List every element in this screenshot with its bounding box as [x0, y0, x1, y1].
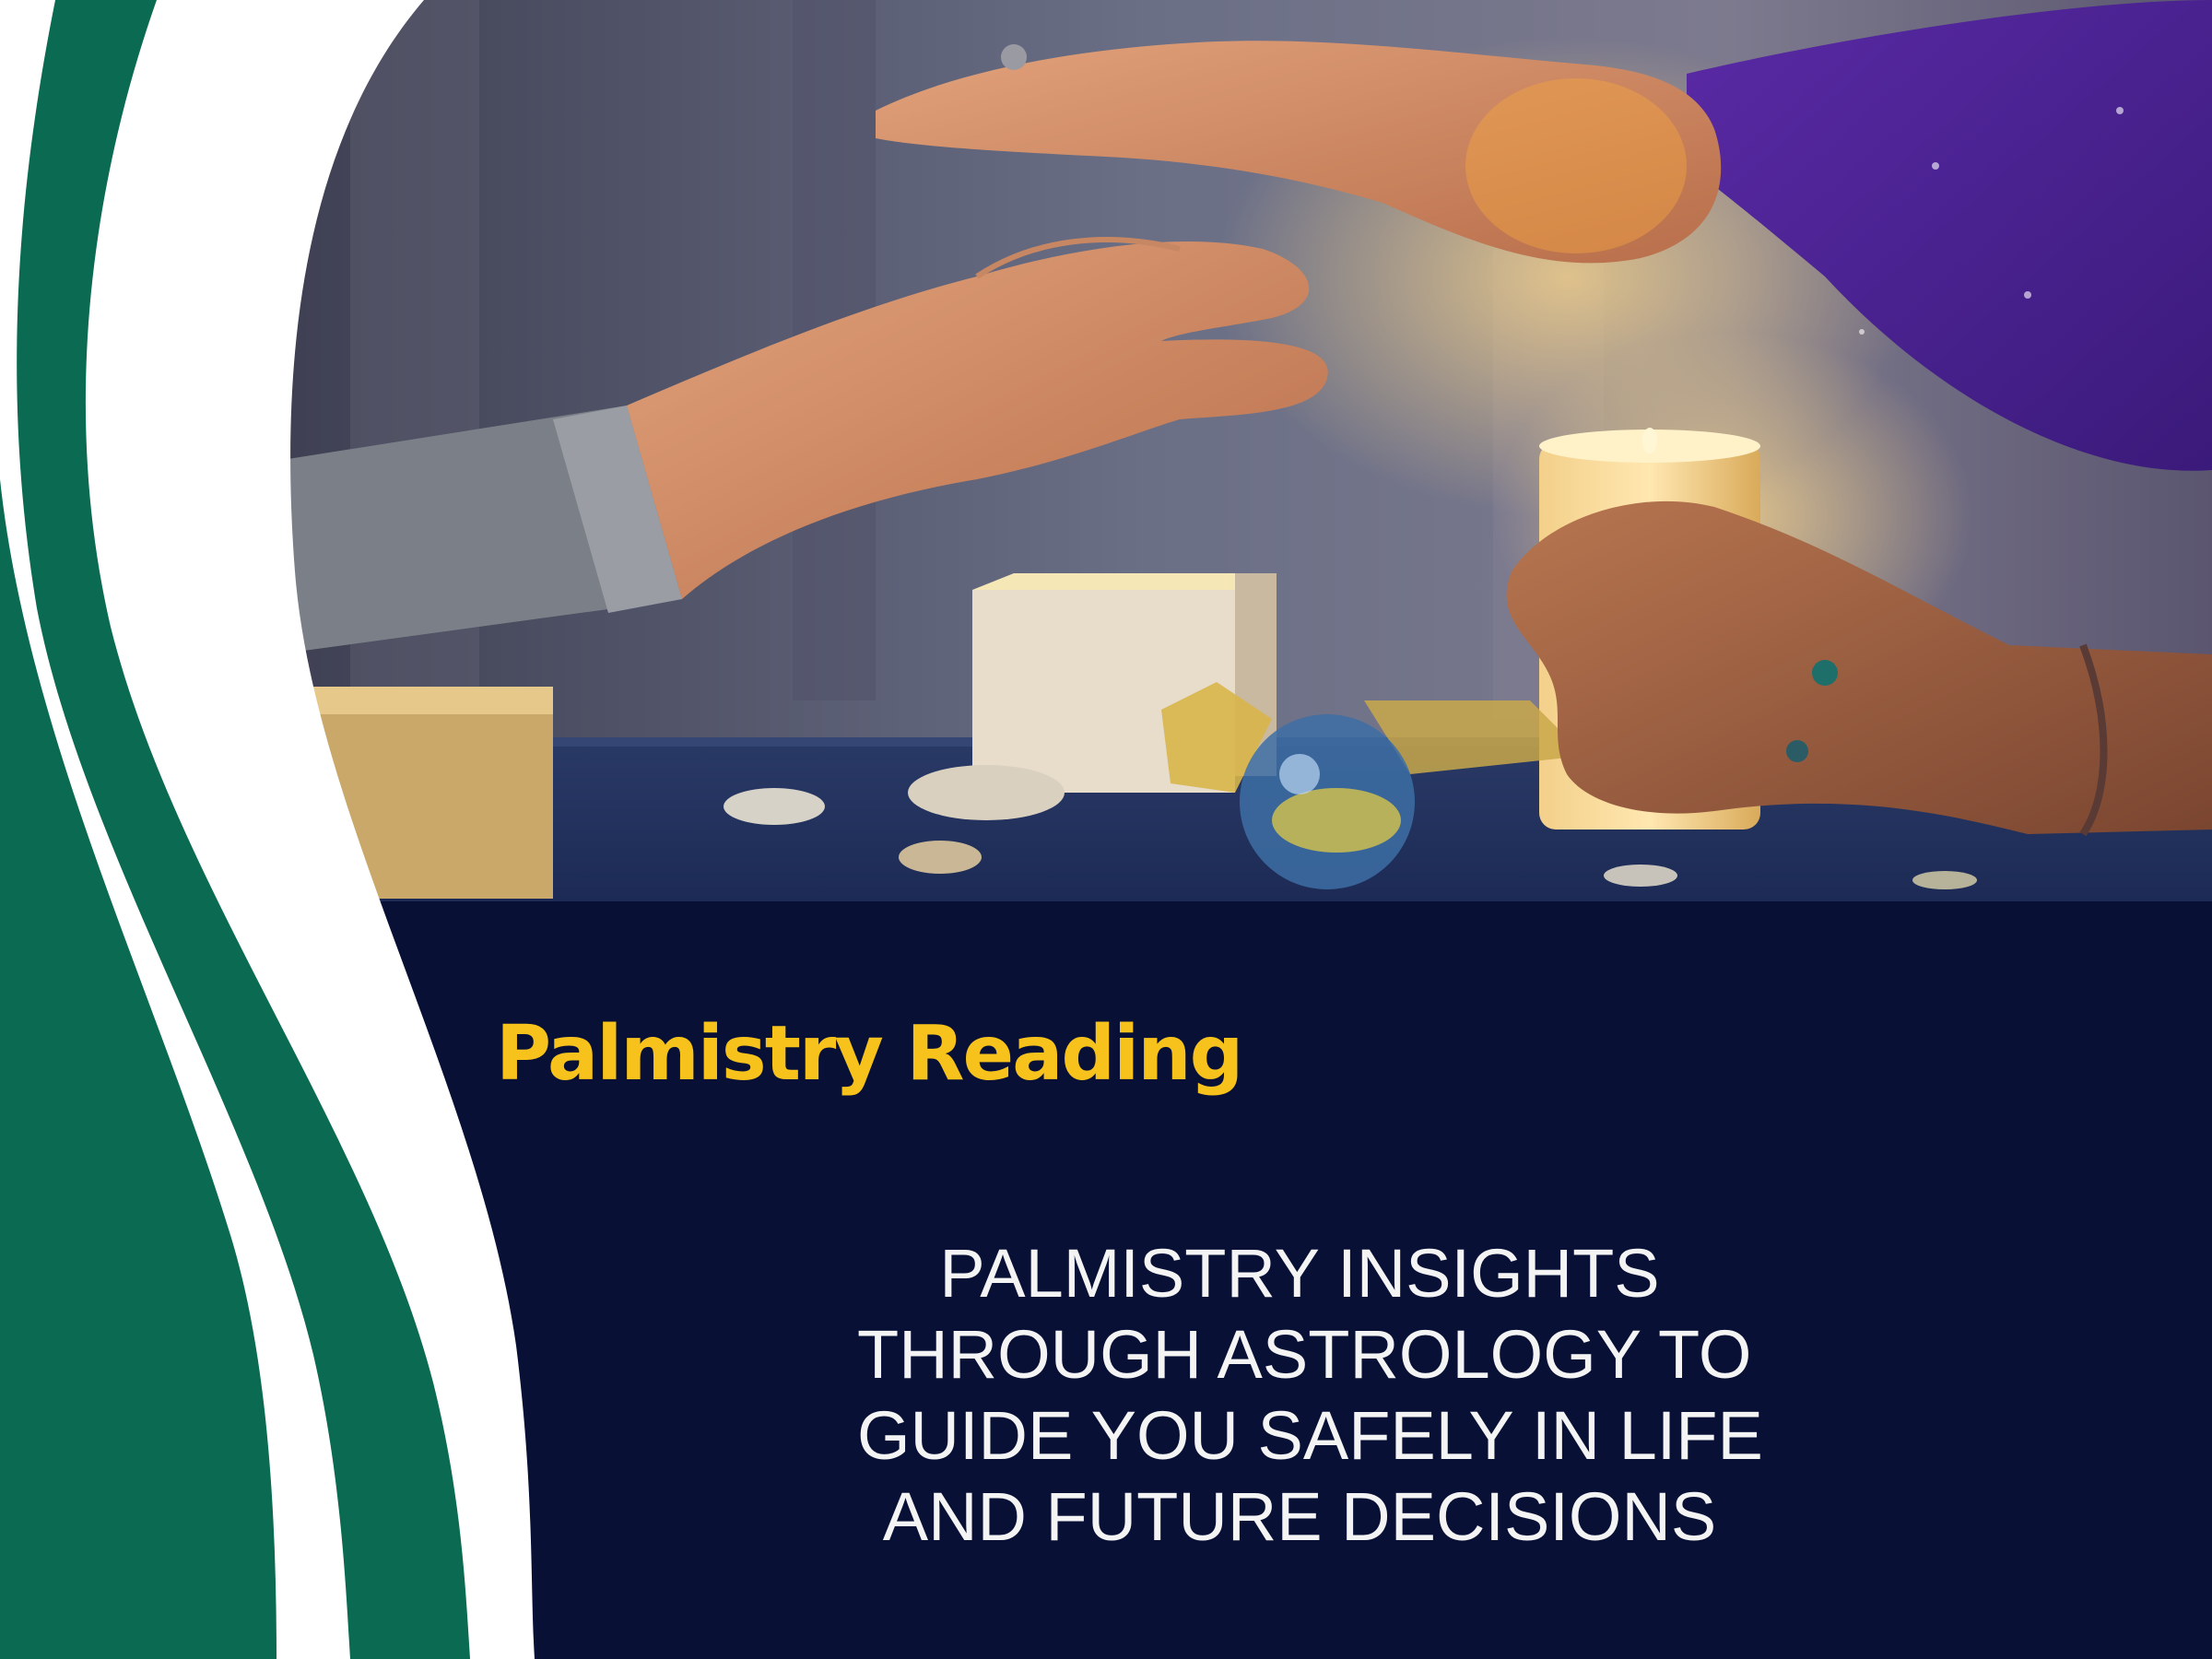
decorative-wave [0, 0, 535, 1659]
palm-reading-photo [276, 0, 2212, 903]
flyer-page: Palmistry Reading PALMISTRY INSIGHTS THR… [0, 0, 2212, 1659]
tagline-line: GUIDE YOU SAFELY IN LIFE [857, 1397, 1763, 1474]
flyer-tagline: PALMISTRY INSIGHTS THROUGH ASTROLOGY TO … [857, 1233, 1763, 1558]
tagline-line: AND FUTURE DECISIONS [882, 1478, 1717, 1555]
tagline-line: THROUGH ASTROLOGY TO [857, 1316, 1752, 1393]
text-panel: Palmistry Reading PALMISTRY INSIGHTS THR… [276, 901, 2212, 1659]
flyer-title: Palmistry Reading [496, 1010, 1243, 1098]
tagline-line: PALMISTRY INSIGHTS [939, 1235, 1660, 1312]
